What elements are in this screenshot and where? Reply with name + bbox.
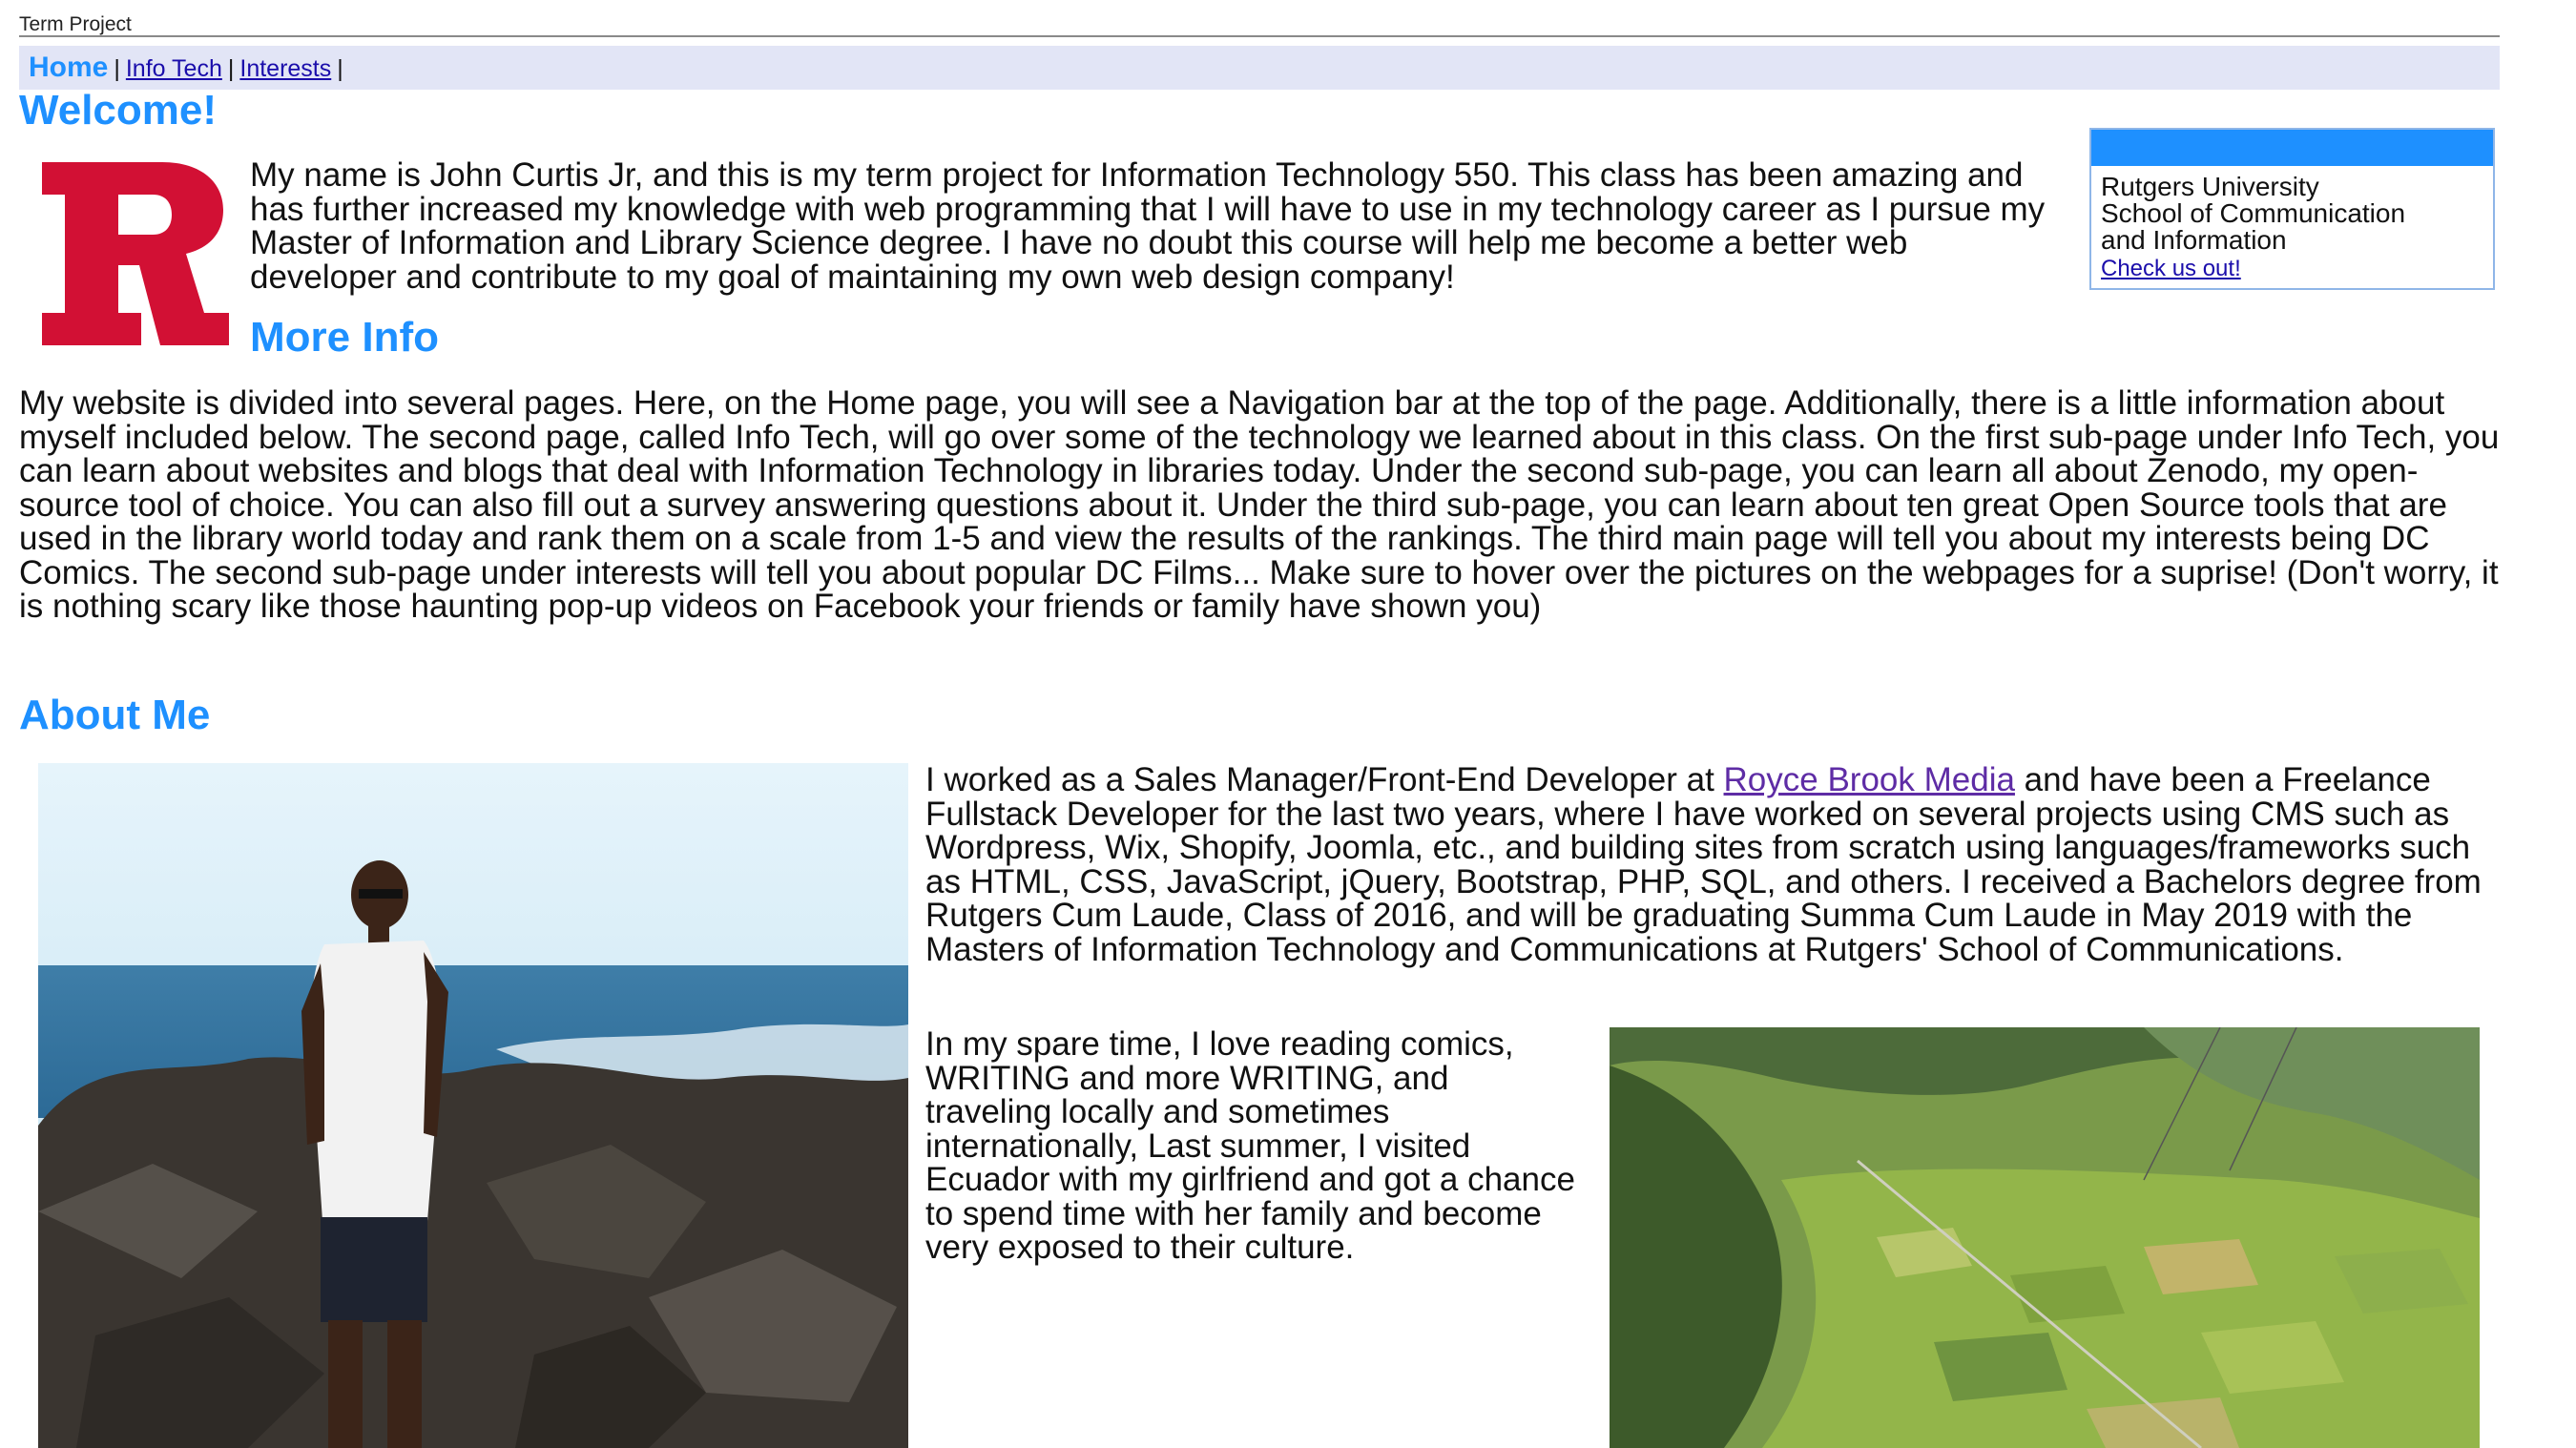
ecuador-valley-photo <box>1610 1027 2480 1448</box>
check-us-out-link[interactable]: Check us out! <box>2101 256 2241 282</box>
intro-paragraph: My name is John Curtis Jr, and this is m… <box>250 156 2046 296</box>
about-text-before-link: I worked as a Sales Manager/Front-End De… <box>925 761 1724 798</box>
nav-separator: | <box>337 55 343 82</box>
rutgers-r-logo <box>40 160 231 347</box>
profile-photo <box>38 763 908 1448</box>
info-box-line-information: and Information <box>2101 225 2287 255</box>
rutgers-info-box: Rutgers University School of Communicati… <box>2089 128 2495 290</box>
nav-separator: | <box>114 55 120 82</box>
welcome-heading: Welcome! <box>19 87 218 134</box>
about-me-heading: About Me <box>19 692 211 738</box>
nav-link-interests[interactable]: Interests <box>239 55 331 82</box>
nav-link-info-tech[interactable]: Info Tech <box>126 55 222 82</box>
info-box-header <box>2091 130 2493 166</box>
nav-home-current[interactable]: Home <box>29 52 108 83</box>
title-divider <box>19 35 2500 37</box>
nav-separator: | <box>227 55 235 82</box>
more-info-heading: More Info <box>250 314 439 361</box>
about-paragraph-spare-time: In my spare time, I love reading comics,… <box>925 1025 1575 1266</box>
page-title: Term Project <box>19 13 132 35</box>
about-paragraph-work: I worked as a Sales Manager/Front-End De… <box>925 763 2500 966</box>
info-box-line-school: School of Communication <box>2101 198 2406 228</box>
navigation-bar: Home | Info Tech | Interests | <box>19 46 2500 90</box>
info-box-line-university: Rutgers University <box>2101 172 2319 201</box>
info-box-body: Rutgers University School of Communicati… <box>2101 174 2405 282</box>
royce-brook-media-link[interactable]: Royce Brook Media <box>1724 761 2015 798</box>
more-info-paragraph: My website is divided into several pages… <box>19 384 2500 625</box>
